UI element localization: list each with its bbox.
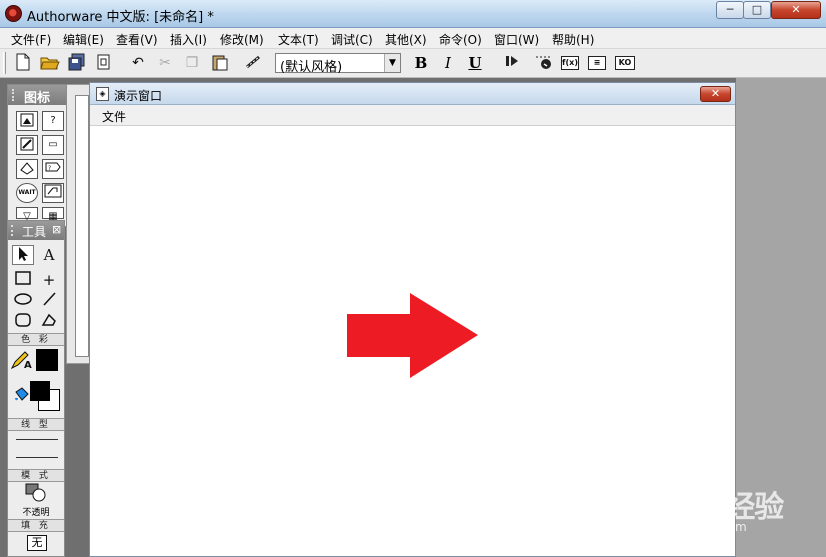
menu-bar: 文件(F) 编辑(E) 查看(V) 插入(I) 修改(M) 文本(T) 调试(C…: [0, 28, 826, 49]
authorware-app-icon[interactable]: [5, 5, 22, 22]
fill-none-option[interactable]: 无: [27, 535, 47, 551]
mode-label: 模 式: [8, 469, 64, 482]
close-icon[interactable]: ⊠: [52, 223, 61, 236]
navigate-icon[interactable]: ▭: [42, 135, 64, 155]
open-folder-icon[interactable]: [40, 53, 60, 73]
menu-help[interactable]: 帮助(H): [552, 31, 594, 48]
mode-opaque-icon[interactable]: [22, 483, 50, 503]
icon-palette-title: 图标: [24, 91, 51, 106]
minimize-button[interactable]: ─: [716, 1, 744, 19]
functions-icon[interactable]: f(x): [561, 56, 579, 70]
flowline-canvas[interactable]: [75, 95, 89, 357]
palette-grip[interactable]: [12, 89, 16, 101]
line-style-thin-2[interactable]: [16, 457, 58, 458]
presentation-close-button[interactable]: ✕: [700, 86, 731, 102]
toolbar-grip[interactable]: [3, 52, 6, 74]
cut-icon[interactable]: ✂: [155, 53, 175, 73]
watermark-url: jingyan.baidu.com: [636, 520, 747, 534]
line-style-thin[interactable]: [16, 439, 58, 440]
svg-text:A: A: [24, 360, 32, 370]
tools-palette: 工具 ⊠ A + 色 彩 A 线 型 模 式 不透明 填 充 无: [7, 220, 65, 557]
menu-window[interactable]: 窗口(W): [494, 31, 539, 48]
toolbar: ↶ ✂ ❐ (默认风格) ▼ B I U f(x) ≡ KO: [0, 49, 826, 78]
title-bar: Authorware 中文版: [未命名] * ─ □ ✕: [0, 0, 826, 28]
decision-icon[interactable]: [16, 159, 38, 179]
text-tool[interactable]: A: [38, 245, 60, 265]
text-style-value: (默认风格): [280, 60, 343, 75]
tools-grip[interactable]: [11, 225, 15, 236]
display-icon[interactable]: [16, 111, 38, 131]
text-style-dropdown[interactable]: (默认风格) ▼: [275, 53, 401, 75]
knowledge-objects-icon[interactable]: KO: [615, 56, 635, 70]
presentation-window-icon: ◈: [96, 87, 109, 101]
orthogonal-line-tool[interactable]: +: [38, 270, 60, 290]
tools-palette-title: 工具: [22, 225, 47, 239]
baidu-watermark: Baidu经验 jingyan.baidu.com: [634, 468, 824, 538]
menu-command[interactable]: 命令(O): [439, 31, 482, 48]
foreground-color-swatch[interactable]: [30, 381, 50, 401]
chevron-down-icon[interactable]: ▼: [384, 54, 400, 72]
menu-insert[interactable]: 插入(I): [170, 31, 207, 48]
svg-text:?: ?: [48, 165, 51, 172]
fill-label: 填 充: [8, 519, 64, 532]
menu-edit[interactable]: 编辑(E): [63, 31, 104, 48]
presentation-title-bar[interactable]: ◈ 演示窗口 ✕: [90, 83, 735, 105]
diagonal-line-tool[interactable]: [38, 291, 60, 311]
window-title: Authorware 中文版: [未命名] *: [27, 10, 214, 25]
close-button[interactable]: ✕: [771, 1, 821, 19]
menu-file[interactable]: 文件(F): [11, 31, 51, 48]
fill-bucket-icon[interactable]: [10, 386, 32, 406]
color-section-label: 色 彩: [8, 333, 64, 346]
rectangle-tool[interactable]: [12, 270, 34, 290]
polygon-tool[interactable]: [38, 312, 60, 332]
save-all-icon[interactable]: [67, 53, 87, 73]
digital-movie-icon[interactable]: ▦: [42, 207, 64, 222]
interaction-icon[interactable]: ?: [42, 159, 64, 179]
menu-debug[interactable]: 调试(C): [331, 31, 373, 48]
maximize-button[interactable]: □: [743, 1, 771, 19]
icon-palette-header[interactable]: 图标: [8, 85, 66, 106]
calculation-icon[interactable]: ▽: [16, 207, 38, 222]
import-icon[interactable]: [94, 53, 114, 73]
line-style-label: 线 型: [8, 418, 64, 431]
control-panel-icon[interactable]: [534, 53, 554, 73]
find-icon[interactable]: [244, 53, 264, 73]
right-arrow-shape[interactable]: [347, 293, 478, 378]
motion-icon[interactable]: ?: [42, 111, 64, 131]
icon-palette: 图标 ? ▭ ? WAIT ▽ ▦: [7, 84, 67, 227]
erase-icon[interactable]: [16, 135, 38, 155]
tools-palette-header[interactable]: 工具 ⊠: [8, 221, 64, 240]
run-icon[interactable]: [502, 53, 522, 73]
variables-icon[interactable]: ≡: [588, 56, 606, 70]
pointer-tool[interactable]: [12, 245, 34, 265]
menu-text[interactable]: 文本(T): [278, 31, 319, 48]
copy-icon[interactable]: ❐: [182, 53, 202, 73]
paste-icon[interactable]: [210, 53, 230, 73]
menu-modify[interactable]: 修改(M): [220, 31, 264, 48]
presentation-menu-bar: 文件: [90, 105, 735, 126]
ellipse-tool[interactable]: [12, 291, 34, 311]
pencil-icon[interactable]: A: [10, 350, 32, 371]
wait-icon[interactable]: WAIT: [16, 183, 38, 203]
rounded-rectangle-tool[interactable]: [12, 312, 34, 332]
italic-button[interactable]: I: [439, 53, 457, 73]
presentation-title: 演示窗口: [114, 89, 163, 103]
undo-icon[interactable]: ↶: [128, 53, 148, 73]
underline-button[interactable]: U: [466, 53, 484, 73]
menu-view[interactable]: 查看(V): [116, 31, 158, 48]
presentation-menu-file[interactable]: 文件: [102, 108, 126, 125]
menu-other[interactable]: 其他(X): [385, 31, 427, 48]
bold-button[interactable]: B: [412, 53, 430, 73]
mode-value: 不透明: [22, 508, 50, 518]
framework-icon[interactable]: [42, 183, 64, 203]
new-file-icon[interactable]: [13, 53, 33, 73]
line-color-swatch[interactable]: [36, 349, 58, 371]
